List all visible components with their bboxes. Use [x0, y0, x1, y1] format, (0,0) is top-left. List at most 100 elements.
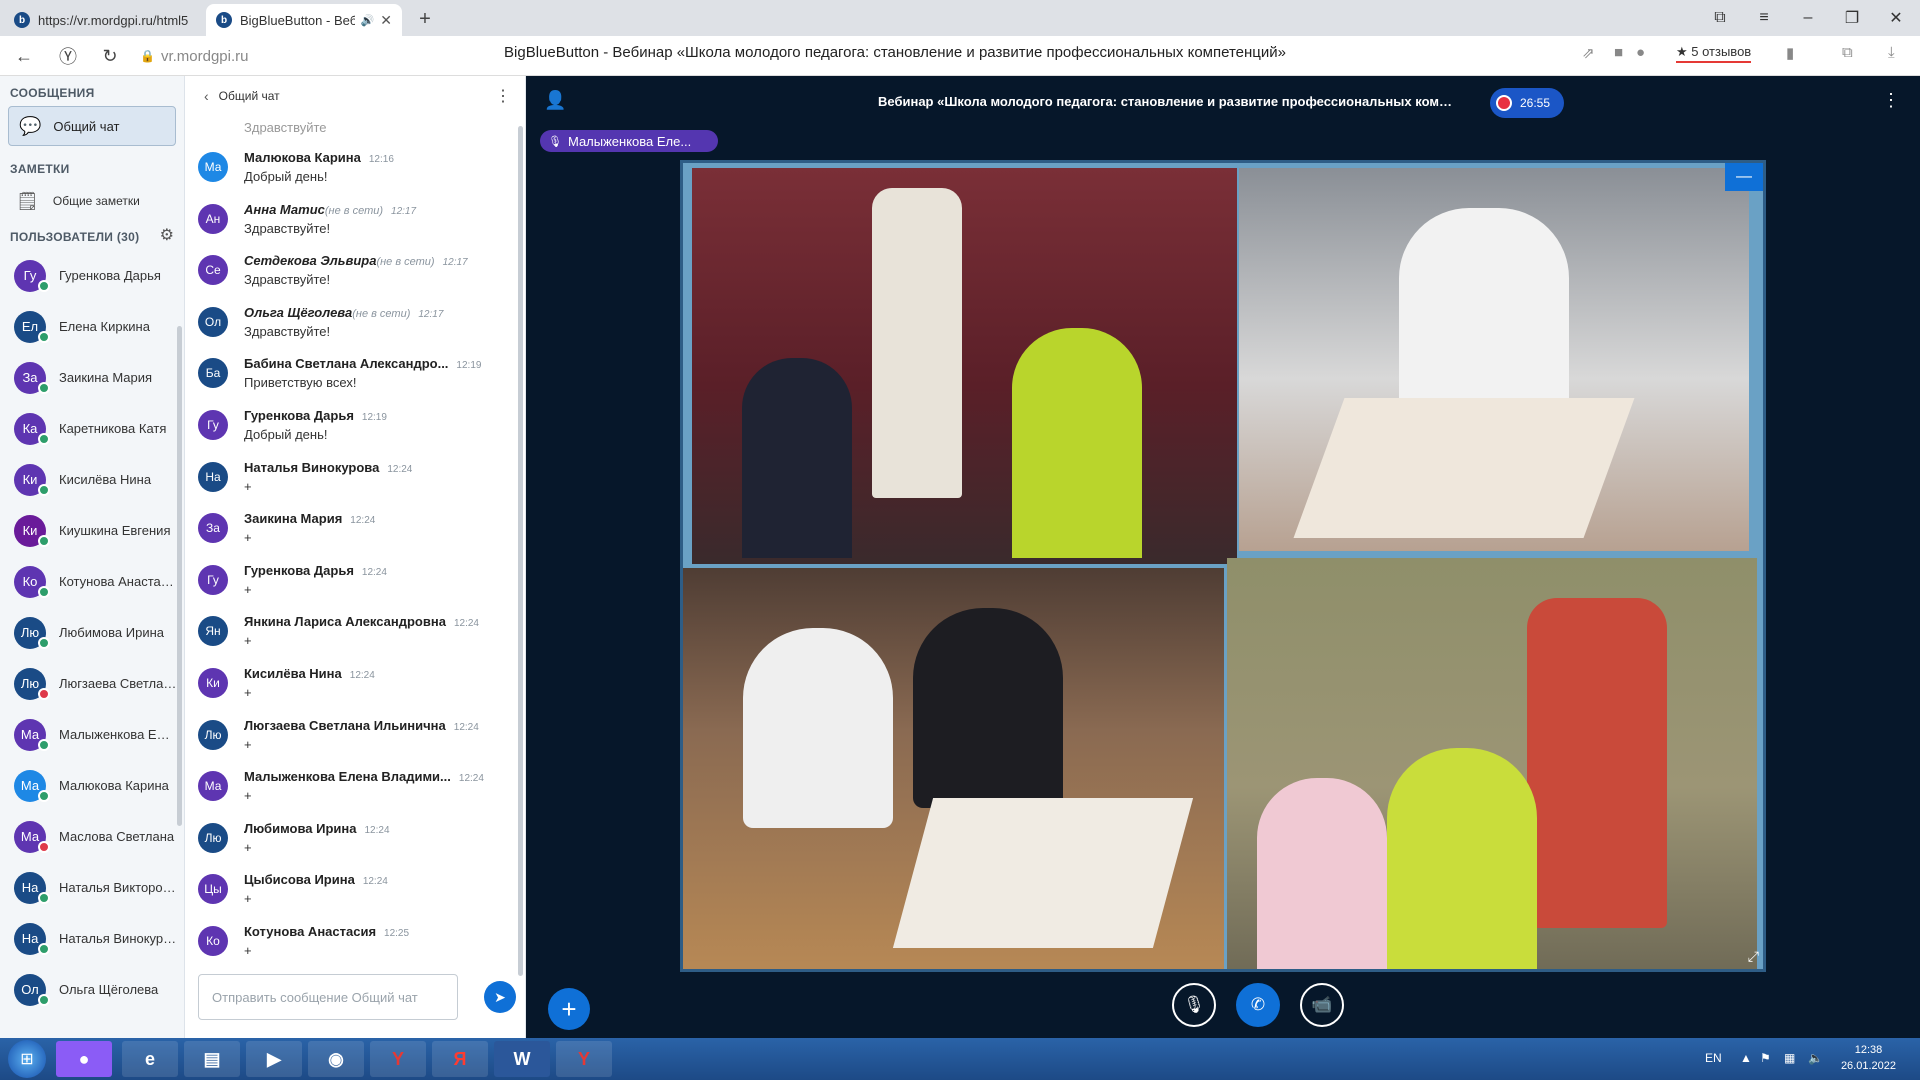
message-header: Бабина Светлана Александро... 12:19 — [244, 356, 516, 371]
language-indicator[interactable]: EN — [1705, 1051, 1722, 1065]
explorer-icon[interactable]: ▤ — [184, 1041, 240, 1077]
bbb-app: СООБЩЕНИЯ 💬 Общий чат ЗАМЕТКИ 🗒 Общие за… — [0, 76, 1920, 1038]
user-name: Каретникова Катя — [59, 421, 167, 436]
user-list-item[interactable]: На Наталья Винокурова — [0, 913, 184, 964]
chat-scrollbar[interactable] — [518, 126, 523, 976]
yandex-icon[interactable]: Ⓨ — [54, 42, 82, 70]
message-time: 12:17 — [442, 257, 468, 269]
tray-arrow-icon[interactable]: ▲ — [1740, 1051, 1752, 1065]
yandex-browser-icon[interactable]: Y — [370, 1041, 426, 1077]
user-list-item[interactable]: Ко Котунова Анастасия — [0, 556, 184, 607]
user-list-item[interactable]: Ма Малюкова Карина — [0, 760, 184, 811]
message-header: Малыженкова Елена Владими... 12:24 — [244, 769, 516, 784]
user-list-item[interactable]: Лю Любимова Ирина — [0, 607, 184, 658]
actions-plus-button[interactable]: + — [548, 988, 590, 1030]
share-icon[interactable]: ⇗ — [1582, 44, 1595, 62]
message-time: 12:24 — [349, 669, 375, 681]
costume-figure — [872, 188, 962, 498]
close-tab-icon[interactable]: ✕ — [380, 12, 392, 29]
options-menu-icon[interactable]: ⋮ — [1882, 90, 1900, 111]
network-icon[interactable]: ▦ — [1784, 1051, 1795, 1065]
user-toggle-icon[interactable]: 👤 — [544, 90, 566, 111]
talking-indicator[interactable]: 🎙 Малыженкова Еле... — [540, 130, 718, 152]
message-text: Здравствуйте — [244, 120, 327, 135]
back-button[interactable]: ← — [10, 42, 38, 70]
presentation-slide[interactable]: — ⤢ — [680, 160, 1766, 972]
list-item: Ма Малыженкова Елена Владими... 12:24 + — [186, 761, 516, 813]
sender-name: Бабина Светлана Александро... — [244, 356, 449, 372]
reviews-badge[interactable]: ★ 5 отзывов — [1676, 44, 1752, 63]
list-item: Ан Анна Матис(не в сети) 12:17 Здравствуйте… — [186, 194, 516, 246]
user-list-item[interactable]: Ма Малыженкова Елена — [0, 709, 184, 760]
chat-title[interactable]: Общий чат — [219, 89, 280, 103]
windows-start-icon[interactable]: ⊞ — [8, 1040, 46, 1078]
users-section-title: ПОЛЬЗОВАТЕЛИ (30) — [10, 230, 140, 244]
flag-icon[interactable]: ⚑ — [1760, 1051, 1771, 1065]
recording-timer: 26:55 — [1520, 96, 1551, 110]
yandex-icon[interactable]: Я — [432, 1041, 488, 1077]
user-list-item[interactable]: Гу Гуренкова Дарья — [0, 250, 184, 301]
volume-icon[interactable]: 🔈 — [1808, 1051, 1823, 1065]
browser-tab-1[interactable]: b https://vr.mordgpi.ru/html5 — [4, 4, 204, 36]
ie-icon[interactable]: e — [122, 1041, 178, 1077]
user-list-item[interactable]: Ма Маслова Светлана — [0, 811, 184, 862]
user-list-item[interactable]: Ел Елена Киркина — [0, 301, 184, 352]
media-player-icon[interactable]: ▶ — [246, 1041, 302, 1077]
alice-icon[interactable]: ● — [56, 1041, 112, 1077]
message-input[interactable]: Отправить сообщение Общий чат — [198, 974, 458, 1020]
costume-figure — [1527, 598, 1667, 928]
chat-options-icon[interactable]: ⋮ — [495, 86, 511, 106]
message-text: + — [244, 891, 252, 907]
user-list-item[interactable]: Ки Киушкина Евгения — [0, 505, 184, 556]
message-time: 12:24 — [362, 876, 388, 888]
shared-notes-item[interactable]: 🗒 Общие заметки — [0, 182, 184, 220]
url-field[interactable]: 🔒 vr.mordgpi.ru — [140, 44, 249, 68]
send-button[interactable]: ➤ — [484, 981, 516, 1013]
chevron-left-icon[interactable]: ‹ — [204, 88, 209, 104]
message-time: 12:19 — [361, 411, 387, 423]
word-icon[interactable]: W — [494, 1041, 550, 1077]
girl-figure — [743, 628, 893, 828]
fullscreen-icon[interactable]: ⤢ — [1748, 948, 1759, 965]
new-tab-button[interactable]: + — [412, 6, 438, 32]
close-window-button[interactable]: ✕ — [1874, 0, 1918, 36]
mute-mic-button[interactable]: 🎙 — [1172, 983, 1216, 1027]
user-list-item[interactable]: Ка Каретникова Катя — [0, 403, 184, 454]
maximize-button[interactable]: ❐ — [1830, 0, 1874, 36]
list-item: Гу Гуренкова Дарья 12:24 + — [186, 555, 516, 607]
camera-icon[interactable]: ■ — [1614, 44, 1623, 61]
user-list-scrollbar[interactable] — [177, 326, 182, 826]
minimize-button[interactable]: – — [1786, 0, 1830, 36]
status-indicator — [38, 484, 50, 496]
browser-tab-2[interactable]: b BigBlueButton - Веб 🔊 ✕ — [206, 4, 402, 36]
collections-icon[interactable]: ⧉ — [1842, 44, 1853, 61]
user-list-item[interactable]: На Наталья Викторовна — [0, 862, 184, 913]
public-chat-item[interactable]: 💬 Общий чат — [8, 106, 176, 146]
speaker-icon[interactable]: 🔊 — [361, 14, 375, 27]
bookmarks-panel-icon[interactable]: ⧉ — [1698, 0, 1742, 36]
menu-icon[interactable]: ≡ — [1742, 0, 1786, 36]
list-item: На Наталья Винокурова 12:24 + — [186, 452, 516, 504]
recording-indicator[interactable]: 26:55 — [1490, 88, 1564, 118]
message-header: Гуренкова Дарья 12:24 — [244, 563, 516, 578]
user-name: Малюкова Карина — [59, 778, 169, 793]
user-list-item[interactable]: За Заикина Мария — [0, 352, 184, 403]
gear-icon[interactable]: ⚙ — [160, 225, 174, 245]
bookmark-icon[interactable]: ▮ — [1786, 44, 1794, 62]
camera-toggle-button[interactable]: 📹 — [1300, 983, 1344, 1027]
minimize-presentation-button[interactable]: — — [1725, 163, 1763, 191]
mic-icon[interactable]: ● — [1636, 44, 1645, 61]
message-text: Добрый день! — [244, 169, 328, 184]
yandex-browser-icon[interactable]: Y — [556, 1041, 612, 1077]
notes-icon: 🗒 — [16, 190, 39, 211]
chrome-icon[interactable]: ◉ — [308, 1041, 364, 1077]
user-name: Ольга Щёголева — [59, 982, 159, 997]
reload-button[interactable]: ↻ — [96, 42, 124, 70]
system-clock[interactable]: 12:38 26.01.2022 — [1841, 1042, 1896, 1074]
download-icon[interactable]: ⤓ — [1888, 44, 1895, 61]
phone-audio-button[interactable]: ✆ — [1236, 983, 1280, 1027]
user-list-item[interactable]: Ки Кисилёва Нина — [0, 454, 184, 505]
user-list-item[interactable]: Ол Ольга Щёголева — [0, 964, 184, 1015]
user-list-item[interactable]: Лю Люгзаева Светлана — [0, 658, 184, 709]
message-header: Наталья Винокурова 12:24 — [244, 460, 516, 475]
